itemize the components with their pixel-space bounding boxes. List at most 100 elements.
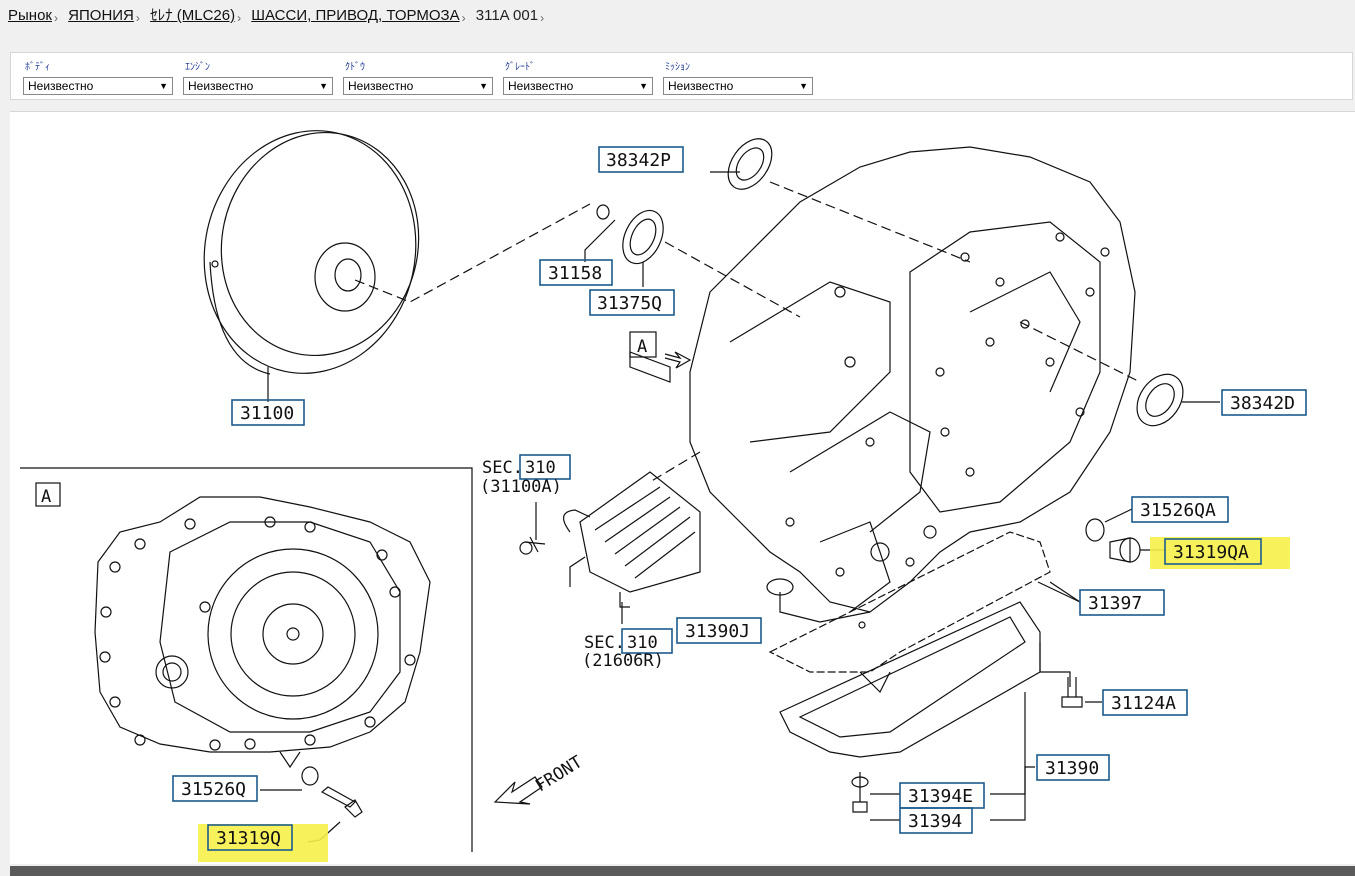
filter-value: Неизвестно — [348, 79, 414, 93]
part-callout-31319q[interactable]: 31319Q — [207, 824, 293, 851]
breadcrumb-link-chassis[interactable]: ШАССИ, ПРИВОД, ТОРМОЗА — [251, 7, 459, 24]
filter-label-transmission: ﾐｯｼｮﾝ — [665, 62, 690, 73]
bolt-drawing — [1061, 677, 1083, 708]
part-number: 31124A — [1111, 693, 1176, 714]
breadcrumb-separator: › — [237, 11, 242, 25]
part-callout-31526q[interactable]: 31526Q — [172, 775, 258, 802]
filter-transmission: ﾐｯｼｮﾝ Неизвестно ▼ — [663, 61, 813, 95]
filter-engine: ｴﾝｼﾞﾝ Неизвестно ▼ — [183, 61, 333, 95]
part-callout-31394e[interactable]: 31394E — [899, 782, 985, 809]
part-number: 31100 — [240, 403, 294, 424]
section-subnumber: (31100A) — [480, 477, 562, 497]
leader-line — [584, 219, 616, 262]
filter-drive: ｸﾄﾞｳ Неизвестно ▼ — [343, 61, 493, 95]
part-callout-31394[interactable]: 31394 — [899, 807, 973, 834]
part-callout-31158[interactable]: 31158 — [539, 259, 613, 286]
part-callout-31390j[interactable]: 31390J — [676, 617, 762, 644]
section-subnumber: (21606R) — [582, 651, 664, 671]
breadcrumb-link-model[interactable]: ｾﾚﾅ (MLC26) — [150, 7, 235, 24]
part-number: 31526Q — [181, 779, 246, 800]
drain-bolt-drawing — [852, 801, 868, 813]
part-callout-31124a[interactable]: 31124A — [1102, 689, 1188, 716]
part-number: 31390J — [685, 621, 750, 642]
leader-line — [870, 793, 900, 821]
part-callout-31100[interactable]: 31100 — [231, 399, 305, 426]
bottom-scrollbar[interactable] — [10, 866, 1355, 876]
breadcrumb-link-market[interactable]: Рынок — [8, 7, 52, 24]
leader-line — [1049, 581, 1081, 603]
o-ring-drawing — [1085, 518, 1105, 542]
leader-line — [1019, 321, 1141, 383]
section-prefix: SEC. — [482, 458, 523, 478]
leader-line — [769, 181, 971, 263]
filter-select-body[interactable]: Неизвестно ▼ — [23, 77, 173, 95]
breadcrumb: Рынок › ЯПОНИЯ › ｾﾚﾅ (MLC26) › ШАССИ, ПРИВО… — [8, 4, 550, 25]
filter-bar: ﾎﾞﾃﾞｨ Неизвестно ▼ ｴﾝｼﾞﾝ Неизвестно ▼ ｸﾄﾞｳ… — [10, 52, 1353, 100]
parts-diagram-panel: A A FRONT SEC. 310 (31100A) SEC. 310 (21… — [10, 111, 1355, 864]
section-reference-310-31100a[interactable]: SEC. 310 (31100A) — [480, 454, 571, 497]
leader-line — [649, 451, 701, 483]
breadcrumb-link-japan[interactable]: ЯПОНИЯ — [68, 7, 134, 24]
dropdown-arrow-icon: ▼ — [479, 81, 488, 91]
leader-line — [1104, 508, 1133, 523]
filter-value: Неизвестно — [188, 79, 254, 93]
leader-line — [990, 766, 1035, 795]
dropdown-arrow-icon: ▼ — [319, 81, 328, 91]
filter-label-engine: ｴﾝｼﾞﾝ — [185, 62, 210, 73]
part-number: 31319QA — [1173, 542, 1249, 563]
view-marker: A — [629, 331, 692, 369]
filter-label-grade: ｸﾞﾚｰﾄﾞ — [505, 62, 535, 73]
torque-converter-drawing — [203, 130, 420, 375]
bolt-head-drawing — [858, 621, 866, 629]
part-number: 31397 — [1088, 593, 1142, 614]
inset-label: A — [41, 487, 51, 507]
drain-plug-drawing — [1109, 537, 1141, 563]
part-callout-31390[interactable]: 31390 — [1036, 754, 1110, 781]
breadcrumb-separator: › — [540, 11, 545, 25]
part-number: 31158 — [548, 263, 602, 284]
part-number: 31375Q — [597, 293, 662, 314]
part-callout-31526qa[interactable]: 31526QA — [1131, 496, 1229, 523]
filter-grade: ｸﾞﾚｰﾄﾞ Неизвестно ▼ — [503, 61, 653, 95]
part-number: 31394 — [908, 811, 962, 832]
part-number: 31390 — [1045, 758, 1099, 779]
filter-label-drive: ｸﾄﾞｳ — [345, 62, 365, 73]
filter-value: Неизвестно — [28, 79, 94, 93]
part-callout-38342p[interactable]: 38342P — [598, 146, 684, 173]
filter-select-engine[interactable]: Неизвестно ▼ — [183, 77, 333, 95]
breadcrumb-current: 311A 001 — [475, 7, 539, 24]
part-number: 38342D — [1230, 393, 1295, 414]
view-marker-label: A — [637, 337, 647, 357]
filter-select-drive[interactable]: Неизвестно ▼ — [343, 77, 493, 95]
leader-line — [1039, 642, 1071, 687]
dropdown-arrow-icon: ▼ — [159, 81, 168, 91]
breadcrumb-separator: › — [135, 11, 140, 25]
leader-line — [664, 241, 801, 318]
leader-line — [990, 794, 1026, 821]
dropdown-arrow-icon: ▼ — [639, 81, 648, 91]
transmission-case-drawing — [629, 146, 1136, 613]
leader-line — [354, 203, 591, 303]
part-number: 31526QA — [1140, 500, 1216, 521]
filter-body: ﾎﾞﾃﾞｨ Неизвестно ▼ — [23, 61, 173, 95]
filter-label-body: ﾎﾞﾃﾞｨ — [25, 62, 50, 73]
part-callout-31319qa[interactable]: 31319QA — [1164, 538, 1262, 565]
section-number: 310 — [525, 458, 556, 478]
seal-drawing — [596, 138, 1184, 427]
dropdown-arrow-icon: ▼ — [799, 81, 808, 91]
filter-select-transmission[interactable]: Неизвестно ▼ — [663, 77, 813, 95]
front-direction-arrow: FRONT — [493, 752, 586, 805]
part-number: 31394E — [908, 786, 973, 807]
filter-select-grade[interactable]: Неизвестно ▼ — [503, 77, 653, 95]
leader-line — [1037, 581, 1081, 603]
filter-value: Неизвестно — [668, 79, 734, 93]
part-number: 31319Q — [216, 828, 281, 849]
part-callout-31397[interactable]: 31397 — [1079, 589, 1165, 616]
part-callout-38342d[interactable]: 38342D — [1221, 389, 1307, 416]
section-prefix: SEC. — [584, 633, 625, 653]
front-label: FRONT — [532, 752, 586, 796]
parts-diagram: A A FRONT SEC. 310 (31100A) SEC. 310 (21… — [20, 130, 1307, 862]
filter-value: Неизвестно — [508, 79, 574, 93]
part-callout-31375q[interactable]: 31375Q — [589, 289, 675, 316]
section-reference-310-21606r[interactable]: SEC. 310 (21606R) — [582, 628, 673, 671]
